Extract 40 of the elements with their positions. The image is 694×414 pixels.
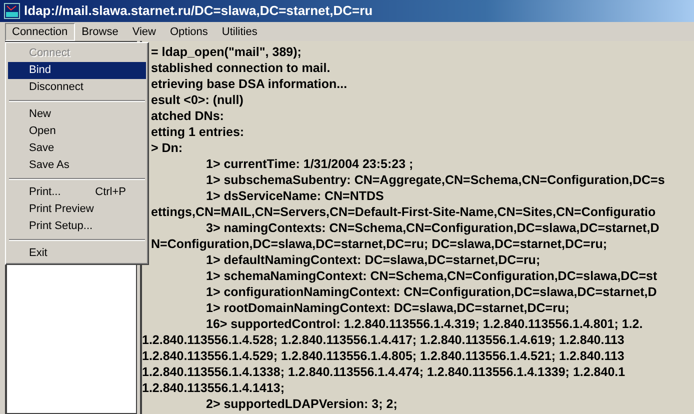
menu-option[interactable]: Print Preview [8, 201, 146, 218]
log-line: > Dn: [151, 140, 183, 156]
log-line: atched DNs: [151, 108, 224, 124]
log-line: 1> subschemaSubentry: CN=Aggregate,CN=Schema,CN=Configuration,DC=s [206, 172, 665, 188]
menu-option[interactable]: Exit [8, 245, 146, 262]
log-line: 1.2.840.113556.1.4.1413; [142, 380, 284, 396]
log-line: esult <0>: (null) [151, 92, 244, 108]
menu-item[interactable]: View [125, 22, 163, 40]
menu-option[interactable]: Bind [8, 62, 146, 79]
log-line: 1.2.840.113556.1.4.529; 1.2.840.113556.1.4.805; 1.2.840.113556.1.4.521; 1.2.840.113 [142, 348, 624, 364]
menu-option[interactable]: Save As [8, 157, 146, 174]
menu-option[interactable]: Print Setup... [8, 218, 146, 235]
log-line: 1> rootDomainNamingContext: DC=slawa,DC=starnet,DC=ru; [206, 300, 570, 316]
log-line: 1.2.840.113556.1.4.528; 1.2.840.113556.1.4.417; 1.2.840.113556.1.4.619; 1.2.840.113 [142, 332, 624, 348]
log-line: ettings,CN=MAIL,CN=Servers,CN=Default-First-Site-Name,CN=Sites,CN=Configuratio [151, 204, 656, 220]
menu-item[interactable]: Connection [5, 22, 75, 40]
log-line: 1> configurationNamingContext: CN=Configuration,DC=slawa,DC=starnet,D [206, 284, 657, 300]
menu-option[interactable]: Save [8, 140, 146, 157]
log-line: 1> schemaNamingContext: CN=Schema,CN=Configuration,DC=slawa,DC=st [206, 268, 658, 284]
log-line: N=Configuration,DC=slawa,DC=starnet,DC=ru; DC=slawa,DC=starnet,DC=ru; [151, 236, 608, 252]
log-line: etrieving base DSA information... [151, 76, 348, 92]
log-line: 1> dsServiceName: CN=NTDS [206, 188, 384, 204]
menu-item[interactable]: Browse [74, 22, 126, 40]
log-line: 1.2.840.113556.1.4.1338; 1.2.840.113556.1.4.474; 1.2.840.113556.1.4.1339; 1.2.840.1 [142, 364, 626, 380]
menu-option[interactable]: Disconnect [8, 79, 146, 96]
log-line: 1> currentTime: 1/31/2004 23:5:23 ; [206, 156, 414, 172]
app-icon [4, 3, 20, 19]
menu-item[interactable]: Options [163, 22, 215, 40]
log-line: 1> defaultNamingContext: DC=slawa,DC=starnet,DC=ru; [206, 252, 540, 268]
log-line: etting 1 entries: [151, 124, 244, 140]
log-line: stablished connection to mail. [151, 60, 330, 76]
log-line: 16> supportedControl: 1.2.840.113556.1.4.319; 1.2.840.113556.1.4.801; 1.2. [206, 316, 643, 332]
window-title: ldap://mail.slawa.starnet.ru/DC=slawa,DC=starnet,DC=ru [24, 2, 373, 20]
menu-item[interactable]: Utilities [214, 22, 264, 40]
log-line: = ldap_open("mail", 389); [151, 44, 302, 60]
log-line: 3> namingContexts: CN=Schema,CN=Configuration,DC=slawa,DC=starnet,D [206, 220, 660, 236]
menu-option[interactable]: Print... Ctrl+P [8, 184, 146, 201]
menu-option[interactable]: New [8, 106, 146, 123]
log-line: 2> supportedLDAPVersion: 3; 2; [206, 396, 398, 412]
menu-option[interactable]: Open [8, 123, 146, 140]
